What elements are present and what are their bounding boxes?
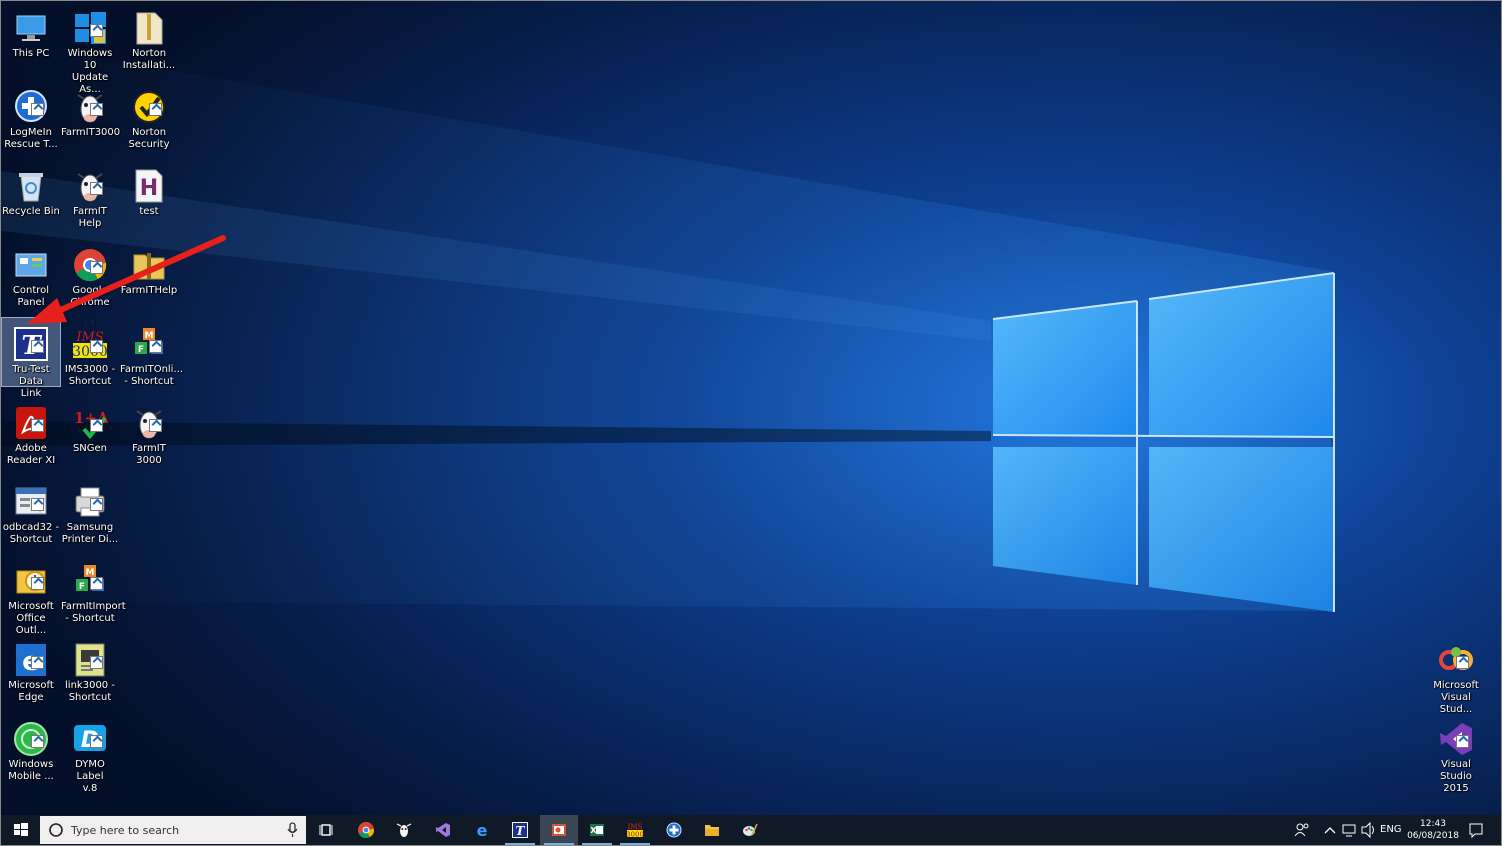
edge-icon: e — [477, 822, 488, 838]
excel-icon: X — [590, 824, 604, 836]
svg-text:3000: 3000 — [627, 831, 643, 839]
search-placeholder: Type here to search — [71, 824, 180, 837]
microphone-icon[interactable] — [286, 816, 300, 844]
paint-icon — [743, 823, 758, 836]
taskbar-edge[interactable]: e — [463, 815, 501, 845]
taskbar-powerpoint[interactable] — [540, 815, 578, 845]
network-icon — [1342, 824, 1356, 837]
clock-time: 12:43 — [1420, 819, 1446, 829]
language-indicator[interactable]: ENG — [1380, 815, 1404, 845]
clock[interactable]: 12:43 06/08/2018 — [1405, 818, 1461, 842]
logmein-icon — [666, 822, 682, 838]
network-button[interactable] — [1340, 815, 1358, 845]
people-icon — [1294, 823, 1309, 837]
cow-icon — [396, 823, 412, 837]
svg-text:e: e — [477, 822, 488, 838]
chevron-up-icon — [1324, 827, 1336, 834]
taskbar-chrome[interactable] — [347, 815, 385, 845]
taskbar-visual-studio[interactable] — [424, 815, 462, 845]
visual-studio-icon — [436, 823, 450, 837]
taskbar-file-explorer[interactable] — [693, 815, 731, 845]
speaker-icon — [1361, 821, 1374, 839]
taskbar: Type here to search e T X IMS3000 ENG 12… — [1, 815, 1501, 845]
task-view-icon — [319, 824, 333, 836]
svg-text:T: T — [516, 824, 526, 838]
taskbar-ims3000[interactable]: IMS3000 — [616, 815, 654, 845]
windows-icon — [14, 823, 28, 836]
folder-icon — [705, 825, 719, 836]
powerpoint-icon — [552, 824, 566, 836]
screen: This PC LogMeIn Rescue T... Recycle Bin C… — [0, 0, 1502, 846]
action-center-button[interactable] — [1467, 815, 1485, 845]
search-box[interactable]: Type here to search — [40, 816, 306, 844]
volume-button[interactable] — [1359, 815, 1377, 845]
clock-date: 06/08/2018 — [1407, 831, 1459, 841]
taskbar-logmein[interactable] — [655, 815, 693, 845]
chrome-icon — [358, 822, 374, 838]
notification-icon — [1469, 823, 1483, 839]
people-button[interactable] — [1293, 815, 1311, 845]
svg-text:X: X — [590, 826, 597, 835]
show-hidden-icons-button[interactable] — [1323, 815, 1337, 845]
taskbar-farmit[interactable] — [385, 815, 423, 845]
taskbar-tru-test[interactable]: T — [501, 815, 539, 845]
search-icon — [49, 823, 63, 837]
start-button[interactable] — [1, 815, 39, 845]
tru-test-icon: T — [512, 822, 528, 838]
ims3000-icon: IMS3000 — [627, 823, 643, 839]
taskbar-task-view[interactable] — [308, 815, 346, 845]
taskbar-excel[interactable]: X — [578, 815, 616, 845]
annotation-arrow — [27, 235, 226, 324]
taskbar-paint[interactable] — [731, 815, 769, 845]
